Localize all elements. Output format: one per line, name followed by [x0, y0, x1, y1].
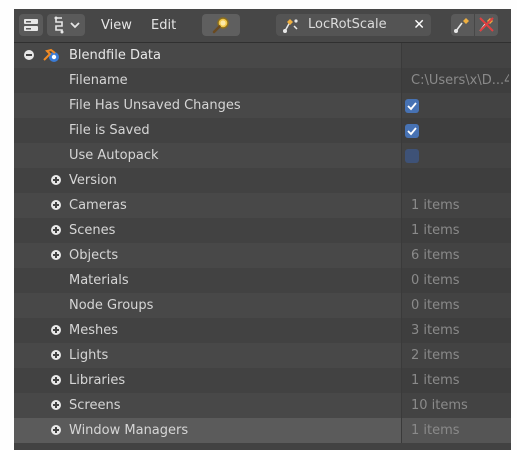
view-menu[interactable]: View [101, 9, 132, 42]
tree-row-meshes[interactable]: Meshes 3 items [14, 318, 511, 343]
outliner-header: View Edit LocRotScale ✕ [14, 9, 511, 43]
collection-label: Materials [69, 273, 129, 288]
value-column [401, 43, 511, 68]
delete-keyframe-icon [479, 17, 494, 32]
collection-label: Libraries [69, 373, 126, 388]
expand-icon[interactable] [51, 200, 61, 210]
collection-label: Window Managers [69, 423, 189, 438]
search-icon [212, 17, 229, 34]
editor-type-button[interactable] [19, 14, 43, 36]
root-label: Blendfile Data [69, 48, 161, 63]
search-button[interactable] [202, 14, 240, 36]
expand-icon[interactable] [51, 375, 61, 385]
tree-row-version[interactable]: Version [14, 168, 511, 193]
delete-keyframe-button[interactable] [475, 14, 498, 36]
checkmark-icon [407, 102, 417, 111]
collection-count: 0 items [411, 298, 460, 313]
expand-icon[interactable] [51, 225, 61, 235]
collection-label: Cameras [69, 198, 127, 213]
collection-count: 3 items [411, 323, 460, 338]
expand-icon[interactable] [51, 350, 61, 360]
tree-row-file-saved[interactable]: File is Saved [14, 118, 511, 143]
property-label: Use Autopack [69, 148, 159, 163]
tree-row-node-groups[interactable]: Node Groups 0 items [14, 293, 511, 318]
outliner-window: View Edit LocRotScale ✕ Blendfile Data F… [14, 9, 511, 450]
collection-count: 1 items [411, 198, 460, 213]
collection-label: Meshes [69, 323, 118, 338]
tree-row-lights[interactable]: Lights 2 items [14, 343, 511, 368]
collection-label: Node Groups [69, 298, 154, 313]
collection-label: Screens [69, 398, 121, 413]
blender-icon [43, 48, 59, 62]
collection-label: Scenes [69, 223, 116, 238]
checkmark-icon [407, 127, 417, 136]
display-mode-icon [54, 16, 63, 34]
collection-count: 1 items [411, 373, 460, 388]
collection-count: 0 items [411, 273, 460, 288]
edit-menu[interactable]: Edit [151, 9, 176, 42]
unsaved-changes-checkbox[interactable] [405, 99, 419, 113]
expand-icon[interactable] [51, 175, 61, 185]
keying-set-label: LocRotScale [308, 17, 387, 32]
chevron-down-icon [69, 22, 80, 29]
collection-count: 10 items [411, 398, 468, 413]
property-label: File Has Unsaved Changes [69, 98, 241, 113]
tree-row-screens[interactable]: Screens 10 items [14, 393, 511, 418]
collection-count: 2 items [411, 348, 460, 363]
active-keying-set-field[interactable]: LocRotScale ✕ [276, 14, 431, 36]
expand-icon[interactable] [51, 425, 61, 435]
expand-icon[interactable] [51, 400, 61, 410]
file-saved-checkbox[interactable] [405, 124, 419, 138]
collection-label: Lights [69, 348, 109, 363]
tree-row-blendfile-data[interactable]: Blendfile Data [14, 43, 511, 68]
expand-icon[interactable] [51, 250, 61, 260]
value-column [401, 168, 511, 193]
collection-count: 1 items [411, 423, 460, 438]
collection-label: Version [69, 173, 117, 188]
display-mode-dropdown[interactable] [47, 14, 85, 36]
collapse-icon[interactable] [24, 50, 34, 60]
keying-set-icon [283, 19, 298, 33]
tree-row-filename[interactable]: Filename C:\Users\x\D...4 [14, 68, 511, 93]
use-autopack-checkbox[interactable] [405, 149, 419, 163]
expand-icon[interactable] [51, 325, 61, 335]
collection-label: Objects [69, 248, 119, 263]
collection-count: 1 items [411, 223, 460, 238]
tree-row-materials[interactable]: Materials 0 items [14, 268, 511, 293]
tree-row-unsaved-changes[interactable]: File Has Unsaved Changes [14, 93, 511, 118]
filename-value: C:\Users\x\D...4 [411, 73, 509, 88]
tree-row-libraries[interactable]: Libraries 1 items [14, 368, 511, 393]
outliner-editor-icon [24, 19, 38, 31]
insert-keyframe-icon [454, 18, 469, 33]
property-label: Filename [69, 73, 128, 88]
tree-row-scenes[interactable]: Scenes 1 items [14, 218, 511, 243]
tree-row-objects[interactable]: Objects 6 items [14, 243, 511, 268]
collection-count: 6 items [411, 248, 460, 263]
tree-row-use-autopack[interactable]: Use Autopack [14, 143, 511, 168]
clear-keying-set-button[interactable]: ✕ [413, 14, 425, 36]
property-label: File is Saved [69, 123, 150, 138]
tree-row-cameras[interactable]: Cameras 1 items [14, 193, 511, 218]
insert-keyframe-button[interactable] [451, 14, 474, 36]
tree-row-window-managers[interactable]: Window Managers 1 items [14, 418, 511, 443]
